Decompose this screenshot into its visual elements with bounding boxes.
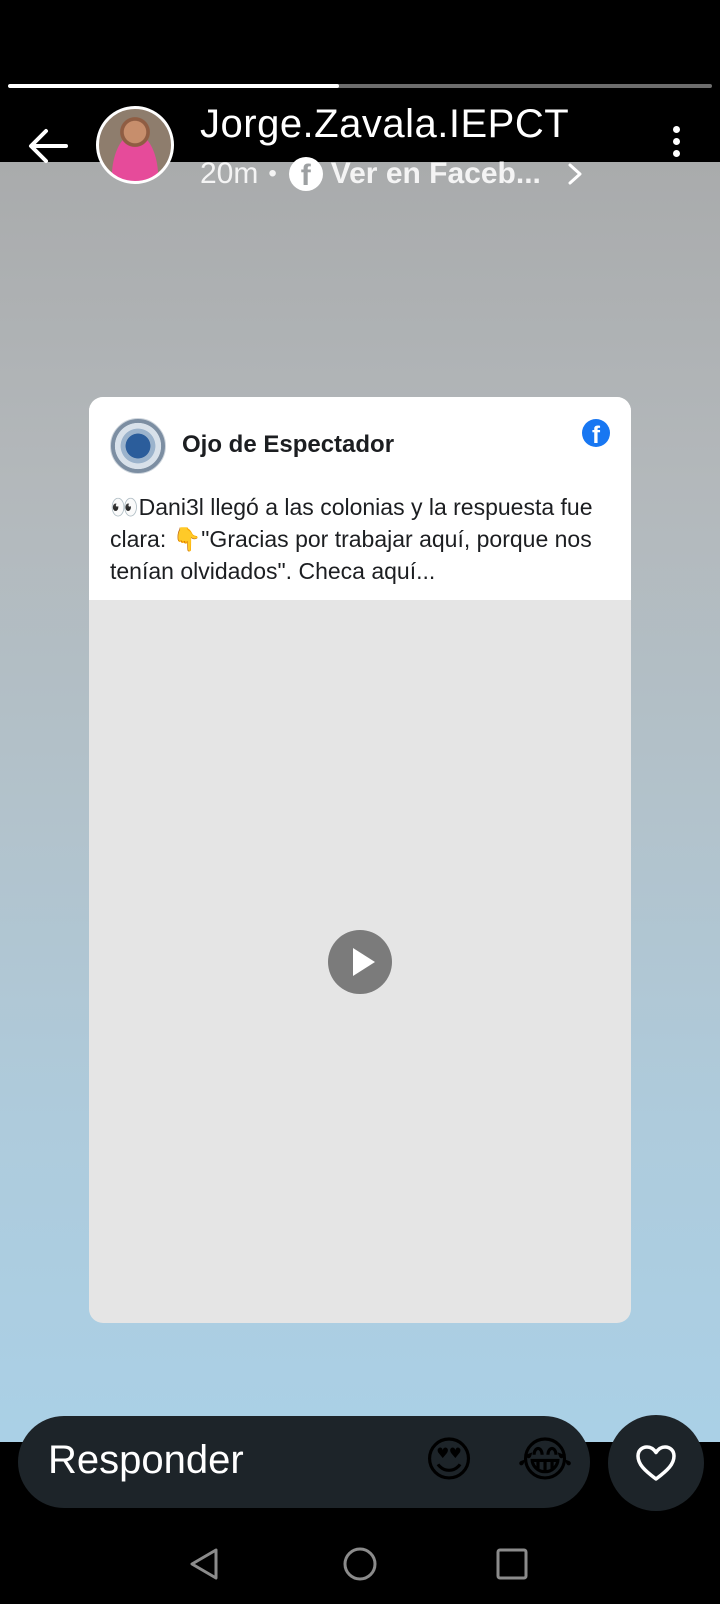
story-progress-fill (8, 84, 339, 88)
story-username[interactable]: Jorge.Zavala.IEPCT (200, 102, 569, 147)
page-name: Ojo de Espectador (182, 431, 395, 458)
shared-post-card[interactable]: Ojo de Espectador f 👀Dani3l llegó a las … (89, 397, 631, 1323)
dot (672, 138, 680, 145)
play-icon[interactable] (328, 930, 392, 994)
back-button[interactable] (22, 120, 74, 172)
dot (672, 126, 680, 133)
arrow-left-icon (29, 129, 68, 163)
nav-home-button[interactable] (332, 1538, 388, 1594)
page-avatar (110, 418, 166, 474)
post-text: 👀Dani3l llegó a las colonias y la respue… (110, 494, 593, 584)
facebook-icon: f (288, 157, 323, 191)
like-button[interactable] (608, 1415, 704, 1511)
more-options-button[interactable] (666, 126, 686, 166)
chevron-right-icon[interactable] (565, 162, 585, 186)
reply-input[interactable]: Responder 😍 😂 (18, 1416, 590, 1508)
facebook-logo-icon: f (582, 419, 610, 447)
view-on-facebook-link[interactable]: Ver en Faceb... (331, 157, 541, 191)
user-avatar[interactable] (96, 106, 174, 184)
square-recents-icon (496, 1548, 528, 1580)
heart-icon (636, 1445, 676, 1481)
laughing-emoji-button[interactable]: 😂 (516, 1432, 574, 1490)
nav-recents-button[interactable] (484, 1538, 540, 1594)
dot (672, 150, 680, 157)
heart-eyes-emoji-button[interactable]: 😍 (420, 1432, 478, 1490)
meta-separator: • (268, 160, 277, 187)
story-time: 20m (200, 157, 259, 190)
nav-back-button[interactable] (178, 1538, 234, 1594)
story-progress-bar (8, 84, 712, 88)
triangle-back-icon (190, 1548, 218, 1580)
story-meta: 20m • f Ver en Faceb... (200, 154, 585, 194)
post-header: Ojo de Espectador f 👀Dani3l llegó a las … (89, 397, 631, 600)
reply-placeholder: Responder (48, 1438, 244, 1482)
circle-home-icon (343, 1547, 377, 1581)
system-navigation-bar (0, 1526, 720, 1604)
